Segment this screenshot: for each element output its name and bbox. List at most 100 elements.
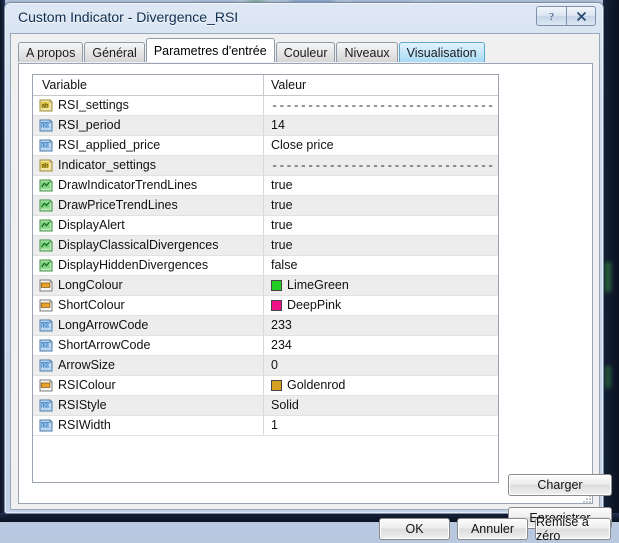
- help-button[interactable]: ?: [536, 6, 566, 26]
- tab-parametres-d-entree[interactable]: Parametres d'entrée: [146, 38, 275, 62]
- cell-value[interactable]: 14: [263, 116, 498, 135]
- svg-text:123: 123: [41, 323, 50, 329]
- svg-text:123: 123: [41, 123, 50, 129]
- bool-chart-icon: [39, 219, 53, 232]
- charger-button[interactable]: Charger: [508, 474, 612, 496]
- variable-name: ShortArrowCode: [58, 339, 150, 352]
- table-row[interactable]: DisplayHiddenDivergences false: [33, 256, 498, 276]
- number-123-icon: 123: [39, 119, 53, 132]
- tab-panel-parametres: Variable Valeur abRSI_settings----------…: [18, 63, 593, 504]
- cell-variable: DisplayHiddenDivergences: [33, 256, 263, 275]
- variable-name: RSI_applied_price: [58, 139, 160, 152]
- cell-value[interactable]: Close price: [263, 136, 498, 155]
- table-row[interactable]: DisplayClassicalDivergencestrue: [33, 236, 498, 256]
- color-swatch: [271, 300, 282, 311]
- color-swatch-icon: [39, 279, 53, 292]
- tab-general[interactable]: Général: [84, 42, 144, 62]
- ok-button-label: OK: [405, 522, 423, 536]
- tab-couleur[interactable]: Couleur: [276, 42, 336, 62]
- cell-variable: DisplayAlert: [33, 216, 263, 235]
- cell-variable: DrawPriceTrendLines: [33, 196, 263, 215]
- cell-value[interactable]: true: [263, 236, 498, 255]
- cell-value[interactable]: Goldenrod: [263, 376, 498, 395]
- cell-value[interactable]: true: [263, 216, 498, 235]
- cell-value[interactable]: Solid: [263, 396, 498, 415]
- remise-a-zero-button[interactable]: Remise a zéro: [535, 518, 611, 540]
- tab-label: Couleur: [284, 46, 328, 60]
- color-swatch-icon: [39, 379, 53, 392]
- variable-value: ----------------------------------------…: [271, 159, 493, 173]
- table-row[interactable]: DrawIndicatorTrendLinestrue: [33, 176, 498, 196]
- variable-name: RSIWidth: [58, 419, 111, 432]
- table-row[interactable]: 123 ShortArrowCode 234: [33, 336, 498, 356]
- number-123-icon: 123: [39, 339, 53, 352]
- title-bar[interactable]: Custom Indicator - Divergence_RSI ?: [5, 3, 603, 33]
- variable-value: LimeGreen: [287, 279, 349, 292]
- variable-name: Indicator_settings: [58, 159, 156, 172]
- question-mark-icon: ?: [546, 10, 557, 23]
- color-swatch: [271, 380, 282, 391]
- table-row[interactable]: 123RSIWidth1: [33, 416, 498, 436]
- table-row[interactable]: 123RSI_applied_price Close price: [33, 136, 498, 156]
- variable-name: DisplayHiddenDivergences: [58, 259, 208, 272]
- cell-value[interactable]: ----------------------------------------…: [263, 96, 498, 115]
- svg-text:ab: ab: [42, 103, 49, 110]
- variable-name: LongArrowCode: [58, 319, 148, 332]
- table-row[interactable]: LongColour LimeGreen: [33, 276, 498, 296]
- table-row[interactable]: ab Indicator_settings --------------------…: [33, 156, 498, 176]
- cell-value[interactable]: false: [263, 256, 498, 275]
- tab-niveaux[interactable]: Niveaux: [336, 42, 397, 62]
- variable-value: true: [271, 199, 293, 212]
- table-row[interactable]: 123 LongArrowCode 233: [33, 316, 498, 336]
- ok-button[interactable]: OK: [379, 518, 450, 540]
- resize-gripper-icon[interactable]: [581, 493, 593, 505]
- tab-visualisation[interactable]: Visualisation: [399, 42, 485, 62]
- cell-value[interactable]: 0: [263, 356, 498, 375]
- variable-name: DrawPriceTrendLines: [58, 199, 178, 212]
- cell-variable: LongColour: [33, 276, 263, 295]
- table-row[interactable]: ShortColourDeepPink: [33, 296, 498, 316]
- cell-variable: 123RSI_applied_price: [33, 136, 263, 155]
- table-row[interactable]: 123RSIStyleSolid: [33, 396, 498, 416]
- number-123-icon: 123: [39, 359, 53, 372]
- table-row[interactable]: DrawPriceTrendLines true: [33, 196, 498, 216]
- table-row[interactable]: DisplayAlert true: [33, 216, 498, 236]
- variable-value: Close price: [271, 139, 334, 152]
- close-x-icon: [575, 10, 588, 23]
- table-row[interactable]: RSIColourGoldenrod: [33, 376, 498, 396]
- cell-variable: 123 LongArrowCode: [33, 316, 263, 335]
- backdrop-green-accent: [604, 262, 611, 292]
- grid-rows: abRSI_settings--------------------------…: [33, 96, 498, 436]
- cell-value[interactable]: 233: [263, 316, 498, 335]
- variable-value: 14: [271, 119, 285, 132]
- close-button[interactable]: [566, 6, 596, 26]
- cell-value[interactable]: LimeGreen: [263, 276, 498, 295]
- column-header-valeur: Valeur: [263, 75, 498, 95]
- cell-value[interactable]: ----------------------------------------…: [263, 156, 498, 175]
- table-row[interactable]: abRSI_settings--------------------------…: [33, 96, 498, 116]
- cell-value[interactable]: 1: [263, 416, 498, 435]
- string-ab-icon: ab: [39, 99, 53, 112]
- cell-value[interactable]: true: [263, 196, 498, 215]
- bool-chart-icon: [39, 259, 53, 272]
- annuler-button[interactable]: Annuler: [457, 518, 528, 540]
- color-swatch: [271, 280, 282, 291]
- window-title: Custom Indicator - Divergence_RSI: [18, 9, 238, 25]
- table-row[interactable]: 123ArrowSize0: [33, 356, 498, 376]
- svg-text:ab: ab: [42, 163, 49, 170]
- variable-value: ----------------------------------------…: [271, 99, 493, 113]
- cell-value[interactable]: DeepPink: [263, 296, 498, 315]
- table-row[interactable]: 123RSI_period14: [33, 116, 498, 136]
- cell-variable: 123RSIStyle: [33, 396, 263, 415]
- cell-value[interactable]: 234: [263, 336, 498, 355]
- variable-name: LongColour: [58, 279, 123, 292]
- number-123-icon: 123: [39, 399, 53, 412]
- cell-value[interactable]: true: [263, 176, 498, 195]
- variable-name: DisplayAlert: [58, 219, 125, 232]
- dialog-client-area: A propos Général Parametres d'entrée Cou…: [10, 33, 600, 510]
- variable-value: 0: [271, 359, 278, 372]
- tab-a-propos[interactable]: A propos: [18, 42, 83, 62]
- grid-header-row: Variable Valeur: [33, 75, 498, 96]
- parameters-grid[interactable]: Variable Valeur abRSI_settings----------…: [32, 74, 499, 483]
- svg-text:?: ?: [549, 11, 554, 23]
